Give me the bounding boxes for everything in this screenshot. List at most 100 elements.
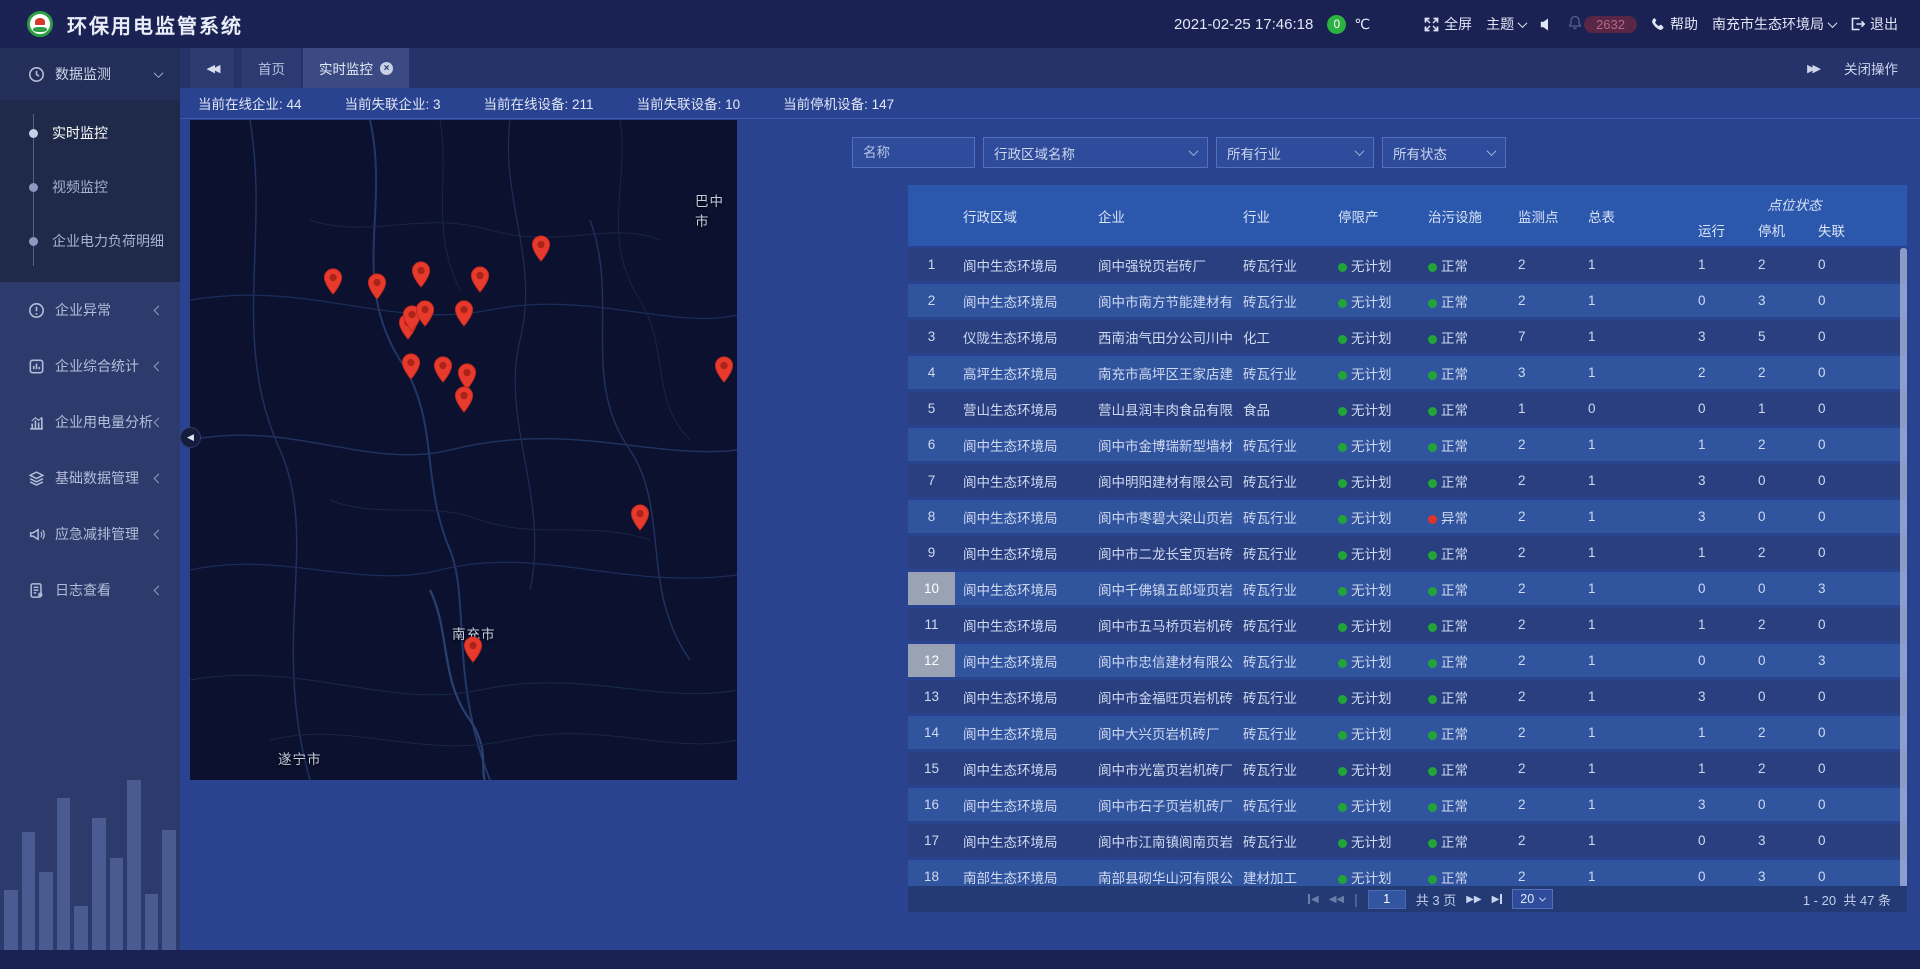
sidebar-subitem-2[interactable]: 企业电力负荷明细 <box>0 214 180 268</box>
col-points: 监测点 <box>1510 185 1580 246</box>
table-row-1[interactable]: 1阆中生态环境局阆中强锐页岩砖厂砖瓦行业无计划正常21120 <box>908 248 1907 281</box>
status-dot-green <box>1338 443 1347 452</box>
sidebar-nav: 数据监测实时监控视频监控企业电力负荷明细企业异常企业综合统计企业用电量分析基础数… <box>0 48 180 950</box>
table-row-9[interactable]: 9阆中生态环境局阆中市二龙长宝页岩砖砖瓦行业无计划正常21120 <box>908 536 1907 569</box>
col-facility: 治污设施 <box>1420 185 1510 246</box>
prev-page-button[interactable]: ◀◀ <box>1329 894 1344 905</box>
cell-halt: 0 <box>1750 653 1810 668</box>
sidebar-group-0[interactable]: 数据监测 <box>0 48 180 100</box>
table-row-3[interactable]: 3仪陇生态环境局西南油气田分公司川中化工无计划正常71350 <box>908 320 1907 353</box>
cell-points: 3 <box>1510 365 1580 380</box>
org-label: 南充市生态环境局 <box>1712 14 1824 34</box>
sidebar-subitem-1[interactable]: 视频监控 <box>0 160 180 214</box>
tabs-scroll-right-button[interactable]: ▶▶ <box>1807 62 1818 75</box>
cell-facility-status: 正常 <box>1420 471 1510 491</box>
status-dot-green <box>1338 875 1347 884</box>
stat-item-3: 当前失联设备: 10 <box>637 93 741 113</box>
region-filter-select[interactable]: 行政区域名称 <box>983 137 1208 168</box>
cell-index: 8 <box>908 500 955 533</box>
logout-button[interactable]: 退出 <box>1850 14 1898 34</box>
table-row-18[interactable]: 18南部生态环境局南部县砌华山河有限公建材加工无计划正常21030 <box>908 860 1907 889</box>
map-pin-13[interactable] <box>715 356 734 383</box>
sidebar-group-6[interactable]: 日志查看 <box>0 562 180 618</box>
cell-lost: 0 <box>1810 761 1899 776</box>
cell-lost: 0 <box>1810 797 1899 812</box>
fullscreen-button[interactable]: 全屏 <box>1424 14 1472 34</box>
org-dropdown[interactable]: 南充市生态环境局 <box>1712 14 1836 34</box>
map-collapse-button[interactable]: ◀ <box>180 427 201 448</box>
map-pin-2[interactable] <box>412 261 431 288</box>
table-row-2[interactable]: 2阆中生态环境局阆中市南方节能建材有砖瓦行业无计划正常21030 <box>908 284 1907 317</box>
cell-run: 1 <box>1690 617 1750 632</box>
map-pin-1[interactable] <box>368 273 387 300</box>
map-pin-15[interactable] <box>464 636 483 663</box>
map-pin-8[interactable] <box>455 300 474 327</box>
last-page-button[interactable]: ▶ <box>1492 894 1503 905</box>
name-filter-input[interactable] <box>863 145 964 160</box>
cell-region: 阆中生态环境局 <box>955 291 1090 311</box>
map-pin-0[interactable] <box>324 268 343 295</box>
status-filter-select[interactable]: 所有状态 <box>1382 137 1506 168</box>
tab-0[interactable]: 首页 <box>242 48 301 88</box>
map-pin-12[interactable] <box>455 386 474 413</box>
cell-region: 高坪生态环境局 <box>955 363 1090 383</box>
cell-industry: 砖瓦行业 <box>1235 723 1330 743</box>
first-page-button[interactable]: ◀ <box>1308 894 1319 905</box>
col-halt: 停机 <box>1750 220 1810 240</box>
table-row-15[interactable]: 15阆中生态环境局阆中市光富页岩机砖厂砖瓦行业无计划正常21120 <box>908 752 1907 785</box>
next-page-button[interactable]: ▶▶ <box>1466 894 1481 905</box>
map-pin-4[interactable] <box>532 235 551 262</box>
chevron-down-icon <box>1518 18 1528 28</box>
status-dot-green <box>1428 803 1437 812</box>
map-pin-3[interactable] <box>471 266 490 293</box>
cell-points: 7 <box>1510 329 1580 344</box>
sidebar-subitem-0[interactable]: 实时监控 <box>0 106 180 160</box>
table-row-8[interactable]: 8阆中生态环境局阆中市枣碧大梁山页岩砖瓦行业无计划异常21300 <box>908 500 1907 533</box>
table-row-12[interactable]: 12阆中生态环境局阆中市忠信建材有限公砖瓦行业无计划正常21003 <box>908 644 1907 677</box>
table-row-5[interactable]: 5营山生态环境局营山县润丰肉食品有限食品无计划正常10010 <box>908 392 1907 425</box>
table-row-6[interactable]: 6阆中生态环境局阆中市金博瑞新型墙材砖瓦行业无计划正常21120 <box>908 428 1907 461</box>
table-row-10[interactable]: 10阆中生态环境局阆中千佛镇五郎垭页岩砖瓦行业无计划正常21003 <box>908 572 1907 605</box>
cell-meter: 1 <box>1580 509 1690 524</box>
table-row-14[interactable]: 14阆中生态环境局阆中大兴页岩机砖厂砖瓦行业无计划正常21120 <box>908 716 1907 749</box>
sidebar-group-2[interactable]: 企业综合统计 <box>0 338 180 394</box>
sound-toggle-button[interactable] <box>1540 18 1554 31</box>
page-size-select[interactable]: 20 <box>1512 889 1553 909</box>
tabs-scroll-left-button[interactable]: ◀◀ <box>190 48 234 88</box>
tab-1[interactable]: 实时监控× <box>303 48 409 88</box>
cell-region: 阆中生态环境局 <box>955 687 1090 707</box>
notifications-button[interactable]: 2632 <box>1568 15 1637 33</box>
tab-close-icon[interactable]: × <box>380 62 393 75</box>
chevron-left-icon <box>154 529 164 539</box>
close-operations-button[interactable]: 关闭操作 <box>1844 58 1898 78</box>
industry-filter-select[interactable]: 所有行业 <box>1216 137 1374 168</box>
cell-run: 1 <box>1690 545 1750 560</box>
bullet-icon <box>29 183 38 192</box>
page-number-input[interactable]: 1 <box>1368 890 1406 909</box>
map-panel[interactable]: 巴中市南充市遂宁市 ◀ <box>190 120 737 780</box>
fullscreen-icon <box>1424 17 1439 32</box>
table-row-16[interactable]: 16阆中生态环境局阆中市石子页岩机砖厂砖瓦行业无计划正常21300 <box>908 788 1907 821</box>
theme-dropdown[interactable]: 主题 <box>1486 14 1526 34</box>
table-row-17[interactable]: 17阆中生态环境局阆中市江南镇阆南页岩砖瓦行业无计划正常21030 <box>908 824 1907 857</box>
cell-company: 阆中市石子页岩机砖厂 <box>1090 795 1235 815</box>
map-pin-14[interactable] <box>631 504 650 531</box>
table-scrollbar[interactable] <box>1900 248 1907 889</box>
table-row-7[interactable]: 7阆中生态环境局阆中明阳建材有限公司砖瓦行业无计划正常21300 <box>908 464 1907 497</box>
sidebar-group-3[interactable]: 企业用电量分析 <box>0 394 180 450</box>
notification-count-badge: 2632 <box>1584 16 1637 33</box>
map-pin-10[interactable] <box>434 356 453 383</box>
map-pin-9[interactable] <box>402 353 421 380</box>
sidebar-group-1[interactable]: 企业异常 <box>0 282 180 338</box>
sidebar-group-4[interactable]: 基础数据管理 <box>0 450 180 506</box>
cell-company: 阆中大兴页岩机砖厂 <box>1090 723 1235 743</box>
table-row-4[interactable]: 4高坪生态环境局南充市高坪区王家店建砖瓦行业无计划正常31220 <box>908 356 1907 389</box>
help-button[interactable]: 帮助 <box>1651 14 1698 34</box>
map-pin-7[interactable] <box>416 300 435 327</box>
table-row-13[interactable]: 13阆中生态环境局阆中市金福旺页岩机砖砖瓦行业无计划正常21300 <box>908 680 1907 713</box>
table-row-11[interactable]: 11阆中生态环境局阆中市五马桥页岩机砖砖瓦行业无计划正常21120 <box>908 608 1907 641</box>
status-dot-green <box>1428 839 1437 848</box>
sidebar-group-5[interactable]: 应急减排管理 <box>0 506 180 562</box>
cell-meter: 0 <box>1580 401 1690 416</box>
name-filter-field[interactable] <box>852 137 975 168</box>
